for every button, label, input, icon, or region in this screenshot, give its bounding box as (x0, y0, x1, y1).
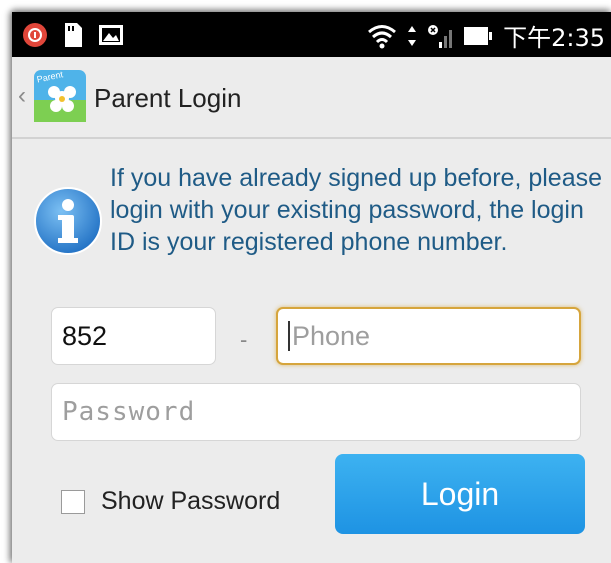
phone-separator: - (240, 327, 248, 352)
text-cursor (288, 321, 290, 351)
back-chevron-icon[interactable]: ‹ (18, 82, 26, 110)
status-left (22, 22, 124, 48)
no-sim-signal-icon (428, 24, 453, 48)
phone-placeholder: Phone (292, 320, 371, 351)
login-content: If you have already signed up before, pl… (12, 139, 611, 563)
wifi-icon (368, 24, 397, 48)
app-notification-icon (23, 23, 47, 47)
sd-card-icon (65, 23, 82, 47)
page-title: Parent Login (94, 83, 242, 113)
image-icon (99, 25, 123, 45)
phone-input[interactable]: Phone (276, 307, 581, 365)
password-input[interactable]: Password (51, 383, 581, 441)
info-icon (34, 187, 102, 255)
battery-icon (464, 26, 493, 45)
show-password-label[interactable]: Show Password (101, 487, 280, 516)
app-logo-icon[interactable]: Parent (34, 70, 86, 122)
show-password-checkbox[interactable] (61, 490, 85, 514)
status-right: 下午2:35 (367, 18, 605, 53)
action-bar: ‹ Parent Parent Login (12, 57, 611, 139)
screen: 下午2:35 ‹ Parent Parent Login If you have… (12, 12, 611, 563)
info-message: If you have already signed up before, pl… (110, 164, 603, 256)
status-bar: 下午2:35 (12, 12, 611, 57)
login-button[interactable]: Login (335, 454, 585, 534)
country-code-input[interactable]: 852 (51, 307, 216, 365)
status-time: 下午2:35 (503, 24, 605, 52)
data-arrows-icon (408, 25, 417, 46)
